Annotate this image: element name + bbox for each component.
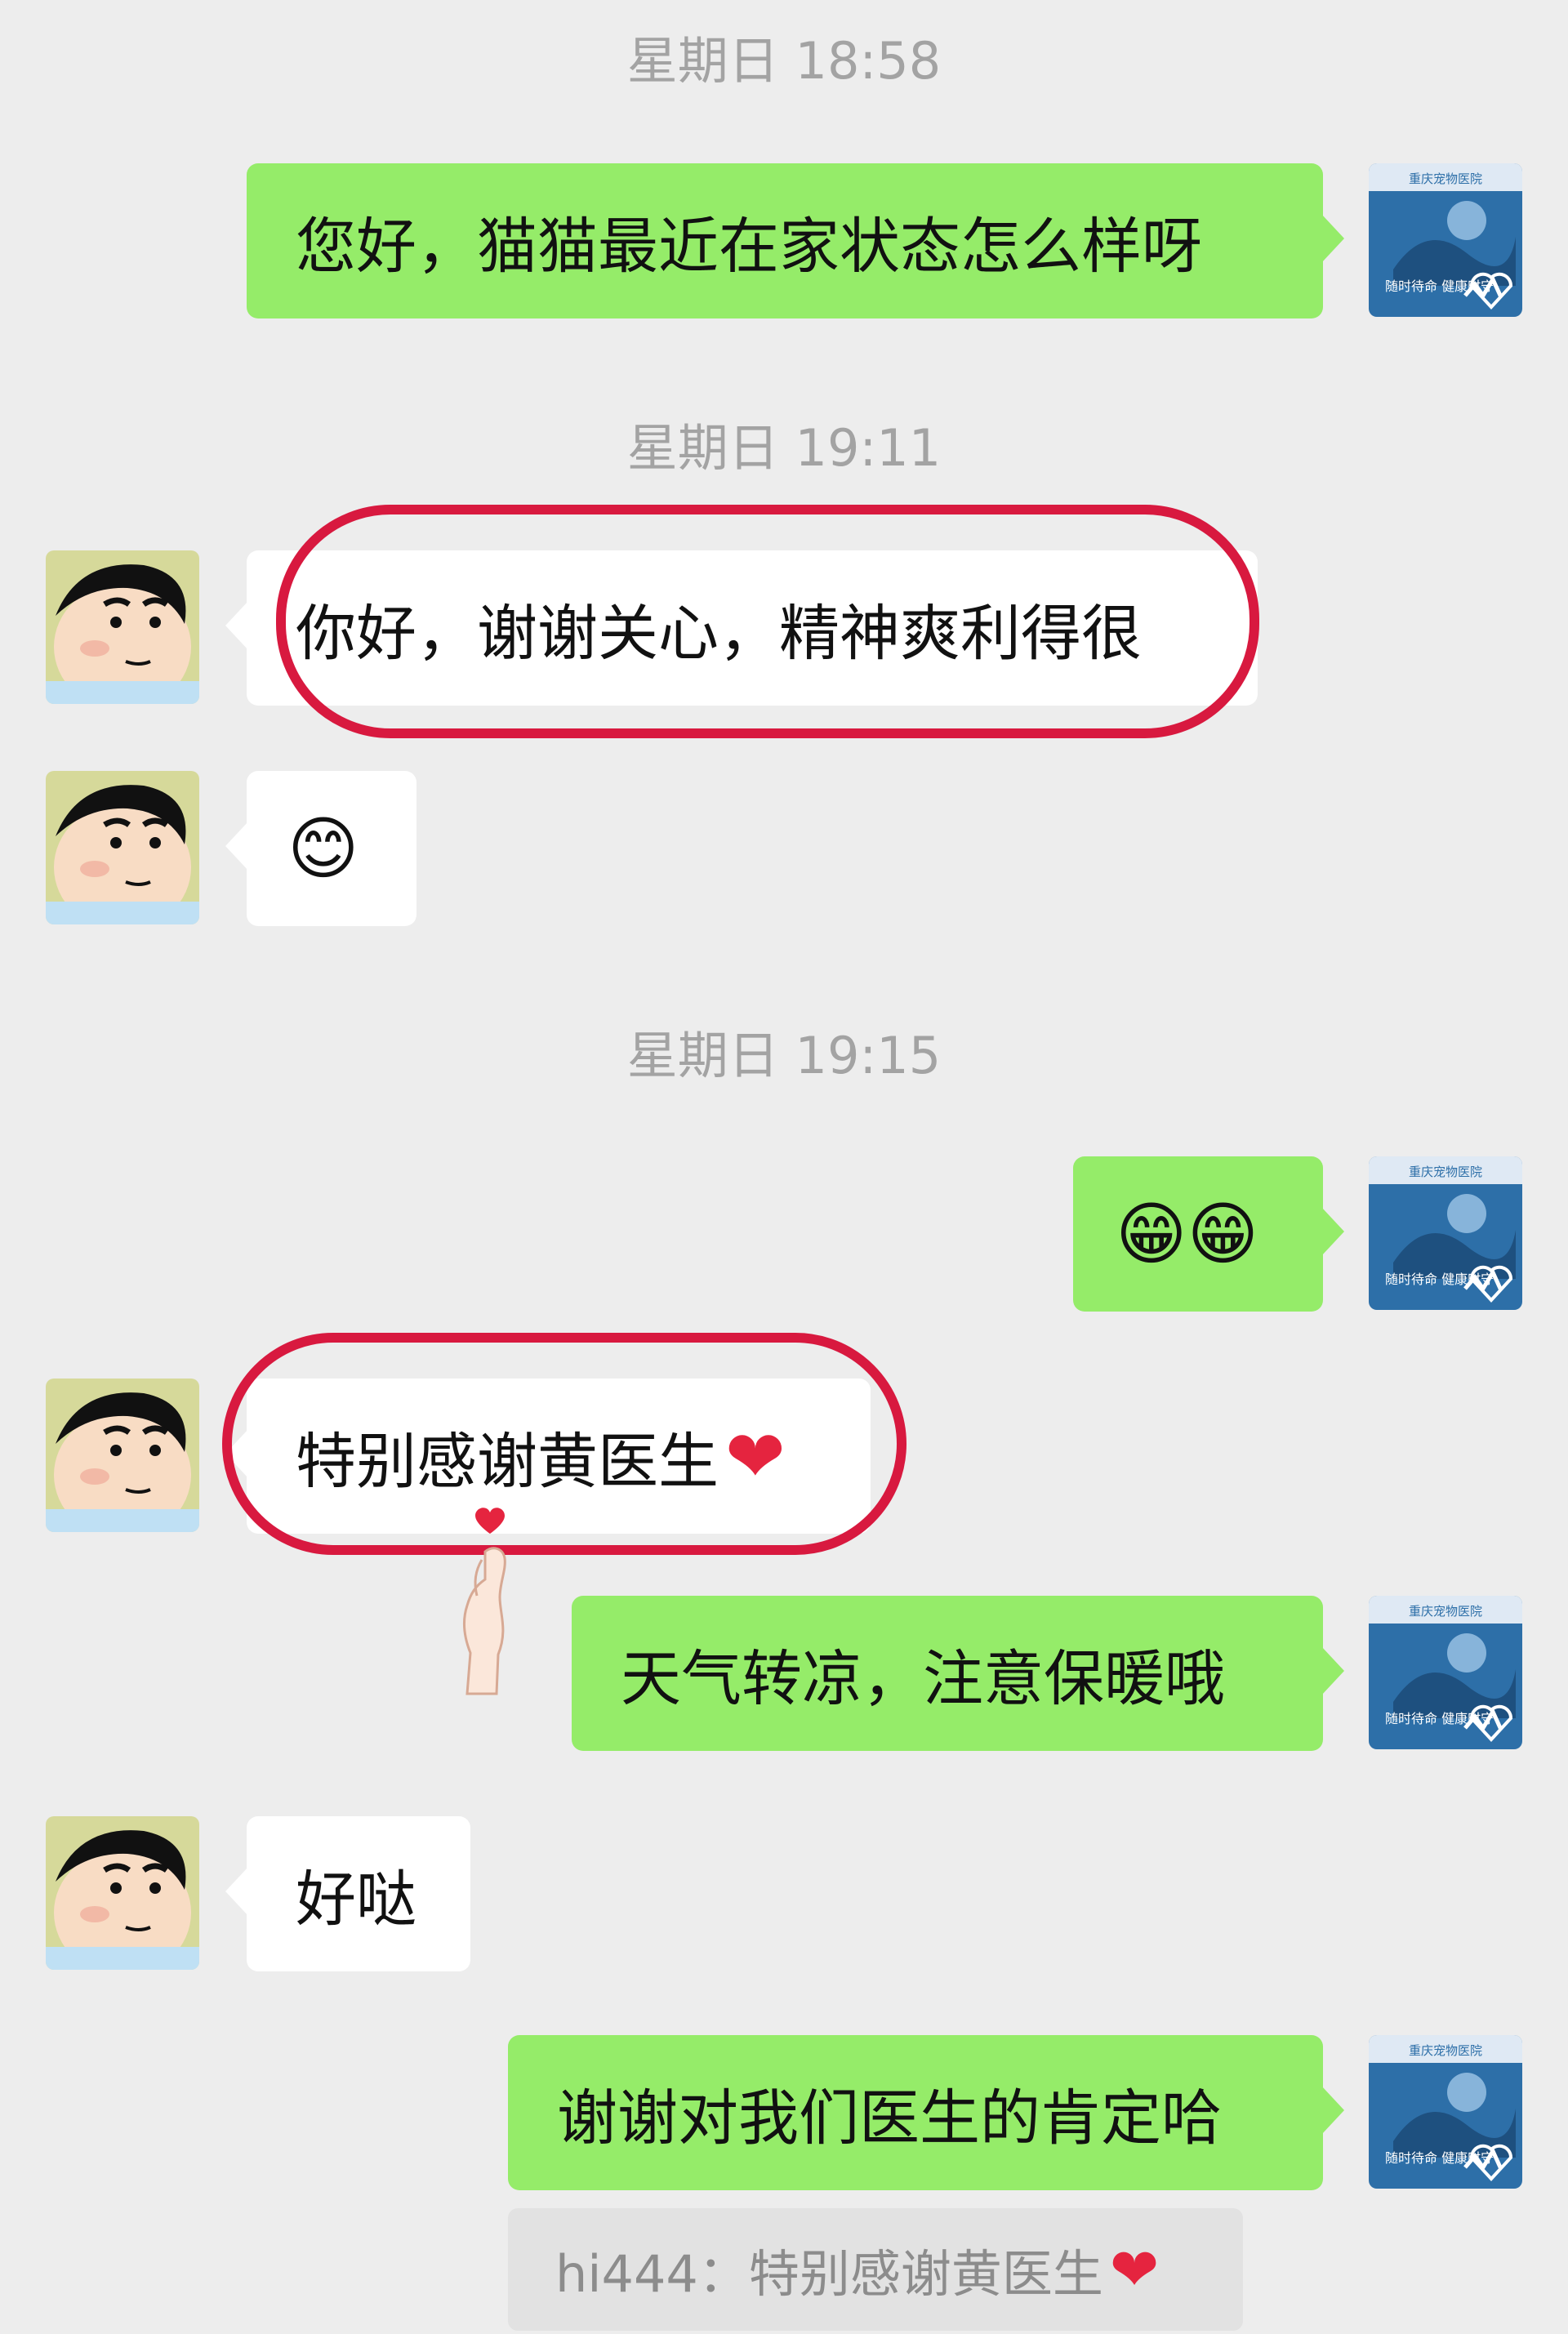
- shinchan-avatar-icon: [46, 550, 199, 704]
- grinning-face-emoji: 😁😁: [1116, 1194, 1259, 1274]
- message-text: 你好，谢谢关心，精神爽利得很: [296, 598, 1142, 669]
- message-bubble-incoming[interactable]: 你好，谢谢关心，精神爽利得很: [225, 550, 1258, 706]
- message-bubble-incoming[interactable]: 好哒: [225, 1816, 470, 1971]
- clinic-avatar[interactable]: 重庆宠物医院 随时待命 健康时守: [1369, 163, 1522, 317]
- message-bubble-outgoing[interactable]: 天气转凉，注意保暖哦: [572, 1596, 1344, 1751]
- finger-heart-icon: [463, 1508, 506, 1695]
- message-bubble-incoming[interactable]: 😊: [225, 771, 416, 926]
- timestamp: 星期日 19:15: [626, 1026, 942, 1085]
- message-text: 您好，猫猫最近在家状态怎么样呀: [296, 211, 1202, 282]
- message-bubble-outgoing[interactable]: 您好，猫猫最近在家状态怎么样呀: [247, 163, 1344, 318]
- message-text: 好哒: [296, 1864, 416, 1935]
- shinchan-avatar-icon: [46, 1816, 199, 1970]
- clinic-avatar-icon: 重庆宠物医院 随时待命 健康时守: [1369, 163, 1522, 317]
- crayon-shinchan-avatar[interactable]: [46, 771, 199, 924]
- timestamp: 星期日 18:58: [626, 31, 942, 91]
- crayon-shinchan-avatar[interactable]: [46, 1379, 199, 1532]
- svg-text:重庆宠物医院: 重庆宠物医院: [1409, 1165, 1482, 1179]
- clinic-avatar-icon: 重庆宠物医院 随时待命 健康时守: [1369, 1596, 1522, 1749]
- svg-text:重庆宠物医院: 重庆宠物医院: [1409, 1604, 1482, 1619]
- svg-text:重庆宠物医院: 重庆宠物医院: [1409, 2043, 1482, 2058]
- heart-icon: ❤: [725, 1414, 786, 1499]
- svg-text:重庆宠物医院: 重庆宠物医院: [1409, 171, 1482, 186]
- clinic-avatar-icon: 重庆宠物医院 随时待命 健康时守: [1369, 2035, 1522, 2189]
- message-bubble-outgoing[interactable]: 谢谢对我们医生的肯定哈: [508, 2035, 1344, 2190]
- heart-icon: ❤: [1109, 2235, 1160, 2304]
- shinchan-avatar-icon: [46, 1379, 199, 1532]
- timestamp: 星期日 19:11: [626, 418, 942, 478]
- clinic-avatar-icon: 重庆宠物医院 随时待命 健康时守: [1369, 1156, 1522, 1310]
- crayon-shinchan-avatar[interactable]: [46, 1816, 199, 1970]
- smiling-face-emoji: 😊: [287, 808, 359, 889]
- clinic-avatar[interactable]: 重庆宠物医院 随时待命 健康时守: [1369, 1596, 1522, 1749]
- quoted-message[interactable]: hi444：特别感谢黄医生 ❤: [508, 2208, 1243, 2331]
- quote-text: hi444：特别感谢黄医生: [555, 2244, 1103, 2304]
- message-text: 谢谢对我们医生的肯定哈: [557, 2082, 1222, 2154]
- clinic-avatar[interactable]: 重庆宠物医院 随时待命 健康时守: [1369, 1156, 1522, 1310]
- message-text: 天气转凉，注意保暖哦: [621, 1643, 1225, 1714]
- message-bubble-incoming[interactable]: 特别感谢黄医生 ❤: [225, 1379, 871, 1534]
- crayon-shinchan-avatar[interactable]: [46, 550, 199, 704]
- clinic-avatar[interactable]: 重庆宠物医院 随时待命 健康时守: [1369, 2035, 1522, 2189]
- finger-heart-sticker: [433, 1503, 539, 1699]
- shinchan-avatar-icon: [46, 771, 199, 924]
- message-text: 特别感谢黄医生: [296, 1426, 719, 1497]
- message-bubble-outgoing[interactable]: 😁😁: [1073, 1156, 1344, 1312]
